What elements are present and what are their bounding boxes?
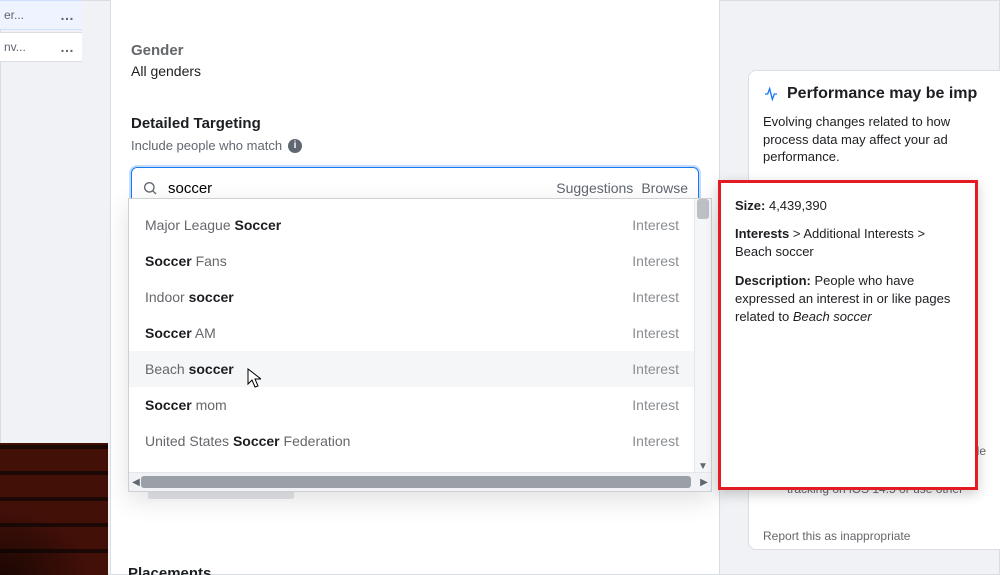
- size-value: 4,439,390: [769, 198, 827, 213]
- detailed-targeting-heading: Detailed Targeting: [131, 115, 699, 132]
- dropdown-scroll: Association football (Soccer)InterestMaj…: [129, 199, 695, 473]
- info-icon[interactable]: i: [288, 139, 302, 153]
- performance-body: Evolving changes related to how process …: [763, 113, 986, 166]
- left-nav-label: nv...: [4, 40, 26, 54]
- suggestion-row[interactable]: Soccer Fans Interest: [129, 243, 695, 279]
- suggestion-kind: Interest: [632, 289, 679, 305]
- scroll-right-icon[interactable]: ▶: [697, 473, 711, 491]
- suggestion-row[interactable]: Soccer mom Interest: [129, 387, 695, 423]
- suggestion-row[interactable]: Major League Soccer Interest: [129, 207, 695, 243]
- suggestion-row[interactable]: Beach soccer Interest: [129, 351, 695, 387]
- performance-title: Performance may be imp: [787, 85, 977, 103]
- scroll-thumb[interactable]: [697, 199, 709, 219]
- suggestion-row[interactable]: Indoor soccer Interest: [129, 279, 695, 315]
- targeting-dropdown: Association football (Soccer)InterestMaj…: [128, 198, 712, 492]
- gender-value: All genders: [131, 63, 699, 79]
- suggestion-kind: Interest: [632, 325, 679, 341]
- scroll-down-icon[interactable]: ▼: [695, 459, 711, 473]
- size-label: Size:: [735, 198, 765, 213]
- suggestion-name: Soccer AM: [145, 325, 216, 341]
- horizontal-scrollbar[interactable]: ◀ ▶: [129, 472, 711, 491]
- video-thumbnail: [0, 443, 108, 575]
- suggestion-name: United States Soccer Federation: [145, 433, 350, 449]
- suggestion-kind: Interest: [632, 433, 679, 449]
- report-link[interactable]: Report this as inappropriate: [763, 529, 910, 543]
- path-label: Interests: [735, 226, 789, 241]
- cursor-icon: [247, 368, 261, 388]
- suggestion-name: Indoor soccer: [145, 289, 234, 305]
- suggestion-kind: Interest: [632, 253, 679, 269]
- search-icon: [142, 180, 158, 196]
- more-icon[interactable]: …: [60, 39, 76, 55]
- scroll-thumb[interactable]: [141, 476, 691, 488]
- suggestion-name: Soccer Fans: [145, 253, 227, 269]
- suggestion-kind: Interest: [632, 217, 679, 233]
- placements-heading: Placements: [128, 565, 211, 575]
- pulse-icon: [763, 86, 779, 102]
- suggestion-row[interactable]: Soccer comInterest: [129, 459, 695, 473]
- suggestion-row[interactable]: Soccer AM Interest: [129, 315, 695, 351]
- suggestion-row[interactable]: Association football (Soccer)Interest: [129, 199, 695, 207]
- suggestion-kind: Interest: [632, 361, 679, 377]
- desc-label: Description:: [735, 273, 811, 288]
- desc-italic: Beach soccer: [793, 309, 872, 324]
- vertical-scrollbar[interactable]: ▲ ▼: [694, 199, 711, 473]
- browse-link[interactable]: Browse: [641, 180, 688, 196]
- suggestion-name: Beach soccer: [145, 361, 234, 377]
- suggestion-name: Major League Soccer: [145, 217, 281, 233]
- suggestion-row[interactable]: United States Soccer Federation Interest: [129, 423, 695, 459]
- suggestions-link[interactable]: Suggestions: [556, 180, 633, 196]
- gender-heading: Gender: [131, 42, 699, 59]
- suggestion-kind: Interest: [632, 397, 679, 413]
- interest-tooltip: Size: 4,439,390 Interests > Additional I…: [718, 180, 978, 490]
- include-label: Include people who match: [131, 138, 282, 153]
- suggestion-name: Soccer mom: [145, 397, 227, 413]
